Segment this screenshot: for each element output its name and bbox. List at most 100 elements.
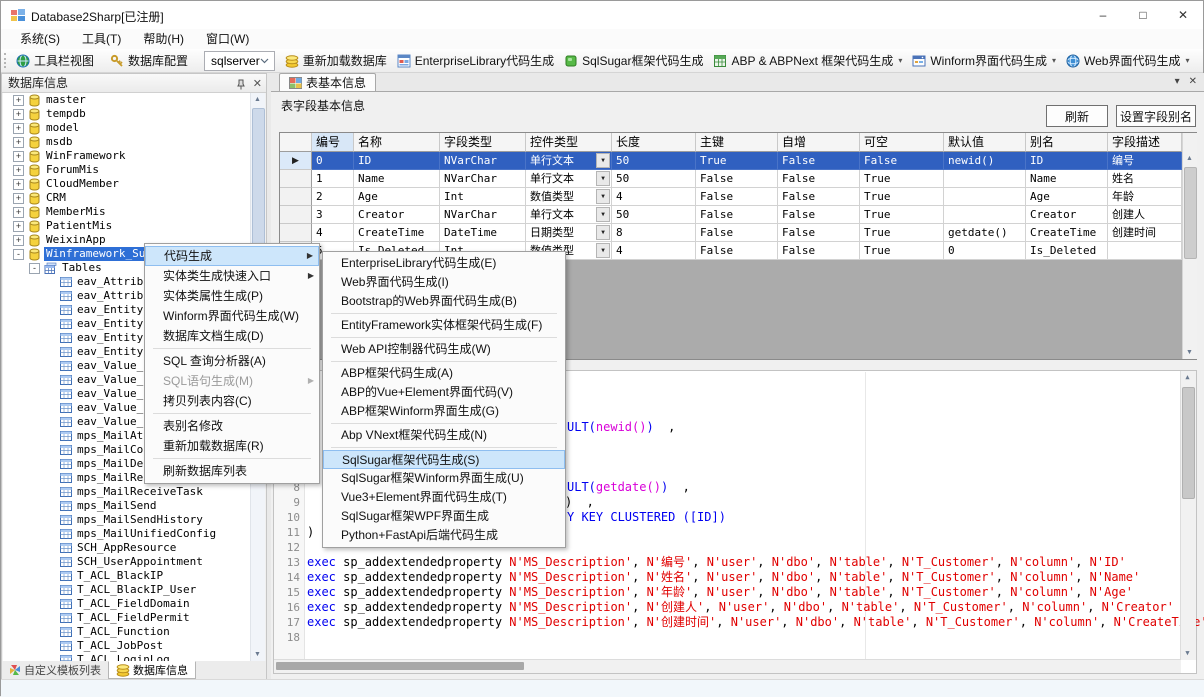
context-menu-item-3[interactable]: Winform界面代码生成(W) bbox=[145, 306, 319, 326]
tree-item[interactable]: mps_MailUnifiedConfig bbox=[3, 527, 252, 541]
toolbar-button-7[interactable]: EnterpriseLibrary代码生成 bbox=[392, 50, 559, 71]
grid-cell[interactable]: 4 bbox=[312, 224, 354, 242]
context-menu-item-6[interactable]: SQL 查询分析器(A) bbox=[145, 351, 319, 371]
tree-item[interactable]: +msdb bbox=[3, 135, 252, 149]
grid-cell[interactable]: 50 bbox=[612, 206, 696, 224]
submenu-item-10[interactable]: ABP框架Winform界面生成(G) bbox=[323, 402, 565, 421]
tree-item[interactable]: +PatientMis bbox=[3, 219, 252, 233]
toolbar-button-10[interactable]: Winform界面代码生成▾ bbox=[907, 50, 1061, 71]
grid-cell[interactable]: Age bbox=[354, 188, 440, 206]
submenu-item-12[interactable]: Abp VNext框架代码生成(N) bbox=[323, 426, 565, 445]
context-menu-item-10[interactable]: 表别名修改 bbox=[145, 416, 319, 436]
panel-close-icon[interactable]: ✕ bbox=[253, 75, 262, 93]
close-button[interactable]: ✕ bbox=[1163, 1, 1203, 29]
submenu-item-16[interactable]: Vue3+Element界面代码生成(T) bbox=[323, 488, 565, 507]
code-scroll-up-icon[interactable]: ▲ bbox=[1181, 371, 1194, 384]
grid-cell[interactable]: 创建人 bbox=[1108, 206, 1182, 224]
tree-expander-icon[interactable]: + bbox=[13, 179, 24, 190]
maximize-button[interactable]: □ bbox=[1123, 1, 1163, 29]
grid-header-8[interactable]: 默认值 bbox=[944, 133, 1026, 152]
combo-dropdown-button[interactable]: ▼ bbox=[596, 207, 610, 222]
tree-expander-icon[interactable]: + bbox=[13, 123, 24, 134]
combo-dropdown-button[interactable]: ▼ bbox=[596, 225, 610, 240]
grid-cell[interactable]: DateTime bbox=[440, 224, 526, 242]
tree-item[interactable]: +tempdb bbox=[3, 107, 252, 121]
grid-cell[interactable]: Name bbox=[1026, 170, 1108, 188]
pin-icon[interactable] bbox=[236, 79, 246, 90]
grid-cell[interactable]: Is_Deleted bbox=[1026, 242, 1108, 260]
context-menu-item-7[interactable]: SQL语句生成(M)▶ bbox=[145, 371, 319, 391]
code-vscrollbar[interactable]: ▲▼ bbox=[1180, 371, 1196, 660]
menubar-item-2[interactable]: 帮助(H) bbox=[132, 29, 195, 49]
grid-cell[interactable]: False bbox=[778, 224, 860, 242]
tree-expander-icon[interactable]: + bbox=[13, 137, 24, 148]
dock-close-icon[interactable]: ✕ bbox=[1189, 76, 1197, 87]
grid-cell[interactable]: 4 bbox=[612, 188, 696, 206]
grid-cell[interactable]: NVarChar bbox=[440, 152, 526, 170]
tree-item[interactable]: +CRM bbox=[3, 191, 252, 205]
context-menu-item-1[interactable]: 实体类生成快速入口▶ bbox=[145, 266, 319, 286]
grid-row-header[interactable] bbox=[280, 170, 312, 188]
tree-expander-icon[interactable]: + bbox=[13, 207, 24, 218]
toolbar-button-11[interactable]: Web界面代码生成▾ bbox=[1061, 50, 1194, 71]
code-scroll-down-icon[interactable]: ▼ bbox=[1181, 647, 1194, 660]
menubar-item-0[interactable]: 系统(S) bbox=[9, 29, 71, 49]
grid-header-10[interactable]: 字段描述 bbox=[1108, 133, 1182, 152]
tree-item[interactable]: T_ACL_FieldPermit bbox=[3, 611, 252, 625]
grid-scroll-down-icon[interactable]: ▼ bbox=[1183, 346, 1196, 359]
tree-item[interactable]: SCH_UserAppointment bbox=[3, 555, 252, 569]
grid-cell[interactable]: newid() bbox=[944, 152, 1026, 170]
tree-item[interactable]: T_ACL_BlackIP_User bbox=[3, 583, 252, 597]
grid-cell[interactable]: 创建时间 bbox=[1108, 224, 1182, 242]
scroll-up-icon[interactable]: ▲ bbox=[251, 93, 264, 106]
grid-cell[interactable]: 编号 bbox=[1108, 152, 1182, 170]
grid-cell[interactable]: True bbox=[860, 242, 944, 260]
menubar-item-3[interactable]: 窗口(W) bbox=[195, 29, 260, 49]
grid-cell[interactable]: True bbox=[696, 152, 778, 170]
grid-cell[interactable]: False bbox=[860, 152, 944, 170]
grid-cell[interactable]: 单行文本▼ bbox=[526, 152, 612, 170]
grid-header-9[interactable]: 别名 bbox=[1026, 133, 1108, 152]
grid-cell[interactable]: 8 bbox=[612, 224, 696, 242]
grid-cell[interactable]: Name bbox=[354, 170, 440, 188]
code-vscrollbar-thumb[interactable] bbox=[1182, 387, 1195, 499]
tree-item[interactable]: mps_MailSend bbox=[3, 499, 252, 513]
grid-cell[interactable]: Creator bbox=[354, 206, 440, 224]
grid-cell[interactable]: 2 bbox=[312, 188, 354, 206]
tree-expander-icon[interactable]: + bbox=[13, 235, 24, 246]
tree-expander-icon[interactable]: + bbox=[13, 151, 24, 162]
grid-cell[interactable]: 50 bbox=[612, 170, 696, 188]
tree-item[interactable]: T_ACL_LoginLog bbox=[3, 653, 252, 661]
grid-cell[interactable]: NVarChar bbox=[440, 206, 526, 224]
grid-cell[interactable]: getdate() bbox=[944, 224, 1026, 242]
grid-row-header[interactable] bbox=[280, 206, 312, 224]
tree-expander-icon[interactable]: + bbox=[13, 165, 24, 176]
grid-corner-cell[interactable] bbox=[280, 133, 312, 152]
toolbar-button-6[interactable]: 重新加载数据库 bbox=[280, 50, 392, 71]
grid-cell[interactable]: 1 bbox=[312, 170, 354, 188]
grid-cell[interactable]: 4 bbox=[612, 242, 696, 260]
grid-cell[interactable]: True bbox=[860, 206, 944, 224]
code-hscrollbar[interactable] bbox=[274, 659, 1181, 673]
grid-header-0[interactable]: 编号 bbox=[312, 133, 354, 152]
tree-expander-icon[interactable]: + bbox=[13, 95, 24, 106]
set-field-alias-button[interactable]: 设置字段别名 bbox=[1116, 105, 1196, 127]
grid-header-5[interactable]: 主键 bbox=[696, 133, 778, 152]
grid-cell[interactable]: True bbox=[860, 188, 944, 206]
grid-cell[interactable]: 日期类型▼ bbox=[526, 224, 612, 242]
tree-expander-icon[interactable]: + bbox=[13, 193, 24, 204]
submenu-item-8[interactable]: ABP框架代码生成(A) bbox=[323, 364, 565, 383]
grid-cell[interactable]: False bbox=[696, 206, 778, 224]
grid-header-7[interactable]: 可空 bbox=[860, 133, 944, 152]
toolbar-button-13[interactable]: 退出 bbox=[1201, 50, 1204, 71]
refresh-button[interactable]: 刷新 bbox=[1046, 105, 1108, 127]
grid-cell[interactable]: 数值类型▼ bbox=[526, 188, 612, 206]
submenu-item-0[interactable]: EnterpriseLibrary代码生成(E) bbox=[323, 254, 565, 273]
grid-header-1[interactable]: 名称 bbox=[354, 133, 440, 152]
tree-item[interactable]: SCH_AppResource bbox=[3, 541, 252, 555]
submenu-item-17[interactable]: SqlSugar框架WPF界面生成 bbox=[323, 507, 565, 526]
context-menu-item-0[interactable]: 代码生成▶ bbox=[145, 246, 319, 266]
grid-header-6[interactable]: 自增 bbox=[778, 133, 860, 152]
submenu-item-14[interactable]: SqlSugar框架代码生成(S) bbox=[323, 450, 565, 469]
tree-item[interactable]: mps_MailReceiveTask bbox=[3, 485, 252, 499]
